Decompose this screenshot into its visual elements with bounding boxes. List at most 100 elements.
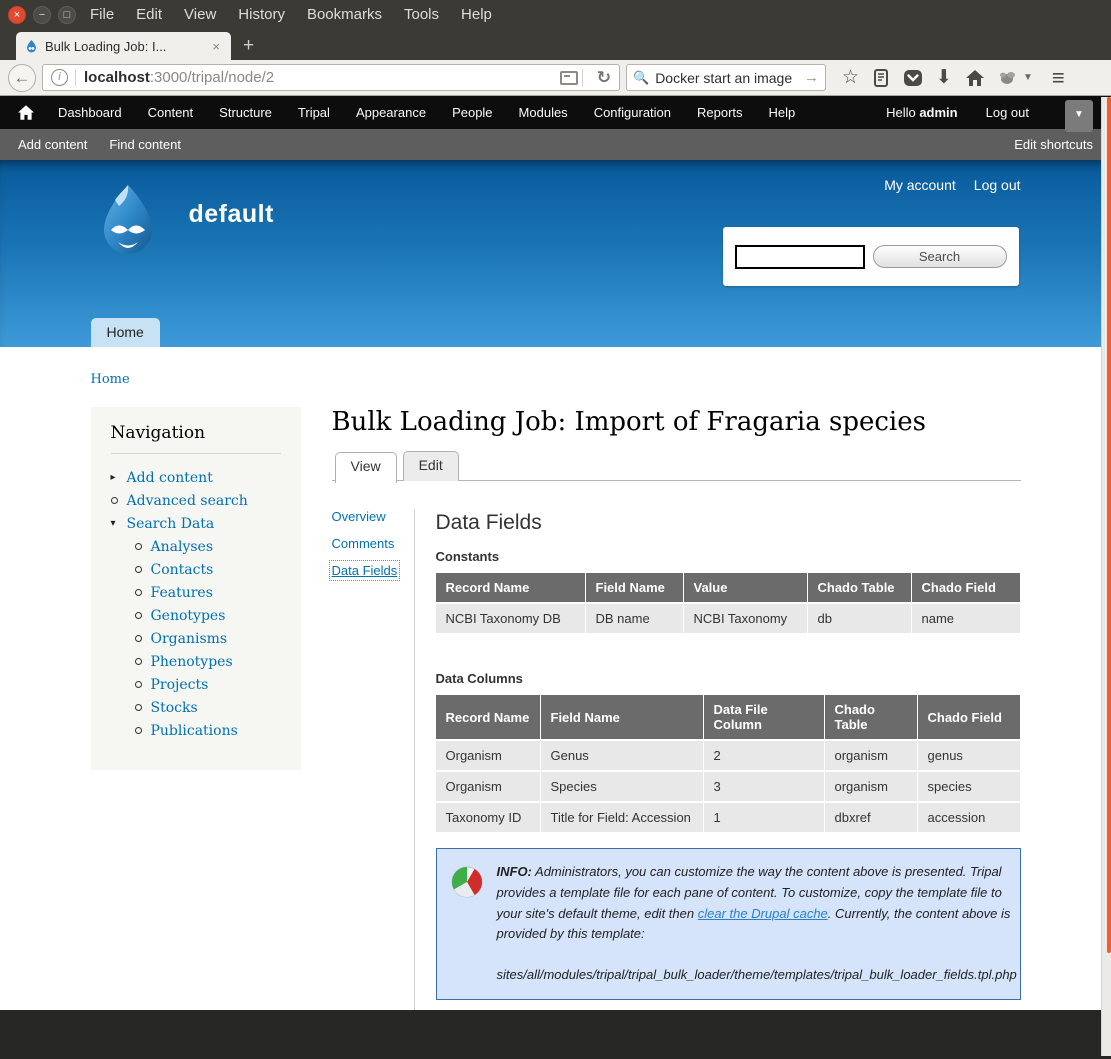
menu-history[interactable]: History [238, 6, 285, 23]
sidebar-item-add-content[interactable]: Add content [127, 470, 213, 486]
cell: Title for Field: Accession [541, 803, 704, 834]
window-close-button[interactable]: × [8, 6, 26, 24]
window-minimize-button[interactable]: − [33, 6, 51, 24]
drupal-favicon-icon [24, 39, 39, 54]
data-fields-panel: Data Fields Constants Record Name Field … [414, 509, 1021, 1010]
collapsed-arrow-icon[interactable]: ▸ [111, 472, 127, 483]
bookmarks-sidebar-icon[interactable] [872, 69, 890, 87]
menu-file[interactable]: File [90, 6, 114, 23]
bookmark-star-icon[interactable]: ☆ [842, 68, 859, 87]
admin-home-icon[interactable] [18, 105, 34, 120]
cell: Organism [436, 741, 541, 772]
admin-link-content[interactable]: Content [148, 105, 194, 120]
scrollbar-thumb[interactable] [1107, 97, 1111, 953]
tab-title: Bulk Loading Job: I... [45, 39, 209, 54]
sidebar-item-organisms[interactable]: Organisms [151, 631, 228, 647]
browser-search-field[interactable]: 🔍 Docker start an image → [626, 64, 826, 91]
site-name[interactable]: default [189, 200, 274, 229]
expanded-arrow-icon[interactable]: ▾ [111, 518, 127, 529]
new-tab-button[interactable]: + [243, 35, 254, 57]
info-box: INFO: Administrators, you can customize … [436, 848, 1021, 1000]
browser-navbar: ← i localhost:3000/tripal/node/2 ↻ 🔍 Doc… [0, 60, 1111, 96]
breadcrumb-home-link[interactable]: Home [91, 372, 130, 387]
menu-bookmarks[interactable]: Bookmarks [307, 6, 382, 23]
shortcut-find-content[interactable]: Find content [109, 137, 181, 152]
clear-cache-link[interactable]: clear the Drupal cache [698, 906, 828, 921]
admin-link-modules[interactable]: Modules [519, 105, 568, 120]
sidebar-item-analyses[interactable]: Analyses [151, 539, 214, 555]
col-header: Chado Field [918, 695, 1021, 741]
sidebar-item-projects[interactable]: Projects [151, 677, 209, 693]
sidebar-item-advanced-search[interactable]: Advanced search [127, 493, 248, 509]
admin-link-dashboard[interactable]: Dashboard [58, 105, 122, 120]
admin-link-reports[interactable]: Reports [697, 105, 743, 120]
constants-label: Constants [436, 549, 1021, 564]
sidebar-item-search-data[interactable]: Search Data [127, 516, 215, 532]
sidebar-item-features[interactable]: Features [151, 585, 213, 601]
reload-icon[interactable]: ↻ [595, 68, 613, 88]
tab-close-icon[interactable]: × [209, 39, 223, 54]
admin-link-configuration[interactable]: Configuration [594, 105, 671, 120]
navigation-sidebar: Navigation ▸Add content Advanced search … [91, 407, 301, 770]
search-query: Docker start an image [655, 70, 792, 86]
admin-logout-link[interactable]: Log out [986, 105, 1029, 120]
header-search-input[interactable] [735, 245, 865, 269]
pocket-icon[interactable] [903, 69, 923, 87]
search-go-icon[interactable]: → [804, 69, 819, 86]
list-bullet-icon [135, 562, 151, 578]
header-search-button[interactable]: Search [873, 245, 1007, 268]
window-maximize-button[interactable]: □ [58, 6, 76, 24]
page-title: Bulk Loading Job: Import of Fragaria spe… [332, 407, 1021, 437]
back-button[interactable]: ← [8, 64, 36, 92]
downloads-icon[interactable]: ⬇ [936, 68, 952, 87]
sidebar-item-genotypes[interactable]: Genotypes [151, 608, 226, 624]
url-bar[interactable]: i localhost:3000/tripal/node/2 ↻ [42, 64, 620, 91]
cell: Genus [541, 741, 704, 772]
tab-edit[interactable]: Edit [403, 451, 459, 481]
shortcut-add-content[interactable]: Add content [18, 137, 87, 152]
subnav-overview[interactable]: Overview [332, 509, 386, 524]
reader-mode-icon[interactable] [560, 71, 578, 85]
admin-link-structure[interactable]: Structure [219, 105, 272, 120]
col-header: Chado Field [912, 573, 1021, 604]
scrollbar-track[interactable] [1101, 97, 1111, 1056]
my-account-link[interactable]: My account [884, 177, 956, 193]
page-content: Home Navigation ▸Add content Advanced se… [0, 347, 1111, 1010]
cell: Organism [436, 772, 541, 803]
site-info-icon[interactable]: i [51, 69, 68, 86]
menu-help[interactable]: Help [461, 6, 492, 23]
edit-shortcuts-link[interactable]: Edit shortcuts [1014, 137, 1093, 152]
search-icon: 🔍 [633, 70, 649, 86]
drupal-logo[interactable] [91, 182, 165, 262]
menu-edit[interactable]: Edit [136, 6, 162, 23]
menu-tools[interactable]: Tools [404, 6, 439, 23]
sidebar-item-phenotypes[interactable]: Phenotypes [151, 654, 233, 670]
username: admin [919, 105, 957, 120]
sidebar-item-stocks[interactable]: Stocks [151, 700, 198, 716]
browser-tab[interactable]: Bulk Loading Job: I... × [16, 32, 231, 60]
header-search-block: Search [723, 227, 1019, 286]
cell: species [918, 772, 1021, 803]
cell: organism [825, 741, 918, 772]
url-separator [582, 69, 583, 86]
admin-link-appearance[interactable]: Appearance [356, 105, 426, 120]
home-icon[interactable] [965, 69, 985, 87]
menu-view[interactable]: View [184, 6, 216, 23]
toolbar-toggle-button[interactable]: ▼ [1065, 100, 1093, 132]
admin-link-tripal[interactable]: Tripal [298, 105, 330, 120]
subnav-data-fields[interactable]: Data Fields [332, 563, 398, 578]
info-prefix: INFO: [497, 864, 532, 879]
sidebar-item-publications[interactable]: Publications [151, 723, 238, 739]
sidebar-item-contacts[interactable]: Contacts [151, 562, 214, 578]
plugin-icon[interactable] [998, 70, 1018, 86]
site-logout-link[interactable]: Log out [974, 177, 1021, 193]
subnav-comments[interactable]: Comments [332, 536, 395, 551]
main-menu-home-tab[interactable]: Home [91, 318, 160, 347]
admin-link-help[interactable]: Help [769, 105, 796, 120]
chevron-down-icon[interactable]: ▼ [1023, 72, 1033, 83]
list-bullet-icon [135, 654, 151, 670]
menu-hamburger-icon[interactable]: ≡ [1052, 65, 1065, 91]
tab-view[interactable]: View [335, 452, 397, 483]
table-header-row: Record Name Field Name Data File Column … [436, 695, 1021, 741]
admin-link-people[interactable]: People [452, 105, 492, 120]
